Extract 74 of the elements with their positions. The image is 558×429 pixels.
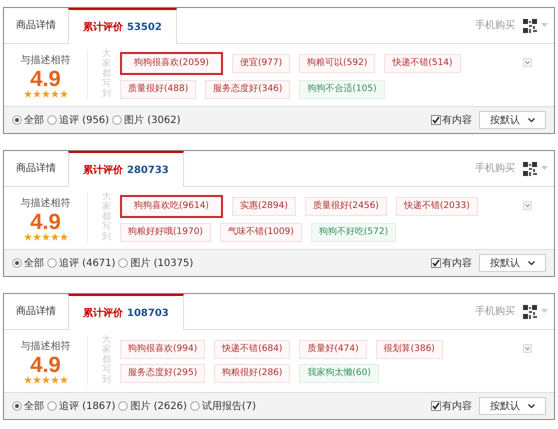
filter-radio[interactable]: 试用报告(7) bbox=[190, 398, 256, 414]
review-tag[interactable]: 狗狗不合适(105) bbox=[299, 80, 385, 98]
review-tag[interactable]: 很划算(386) bbox=[376, 340, 443, 358]
review-tag[interactable]: 狗狗喜欢吃(9614) bbox=[120, 194, 223, 218]
qr-code-icon[interactable] bbox=[523, 304, 537, 318]
rating-label: 与描述相符 bbox=[20, 196, 70, 210]
review-tag[interactable]: 狗狗很喜欢(994) bbox=[120, 340, 206, 358]
review-tag[interactable]: 狗狗很喜欢(2059) bbox=[120, 52, 223, 74]
chevron-down-icon bbox=[528, 260, 535, 266]
filter-radio[interactable]: 追评 (4671) bbox=[47, 256, 116, 270]
review-tag[interactable]: 狗粮可以(592) bbox=[299, 54, 376, 72]
review-tag[interactable]: 服务态度好(346) bbox=[205, 80, 290, 98]
tab[interactable]: 累计评价 280733 bbox=[68, 151, 184, 187]
review-tag[interactable]: 服务态度好(295) bbox=[120, 364, 206, 382]
radio-icon[interactable] bbox=[12, 401, 22, 411]
expand-icon[interactable] bbox=[522, 344, 532, 353]
rating-label: 与描述相符 bbox=[20, 54, 70, 68]
review-tag[interactable]: 狗狗不好吃(572) bbox=[310, 222, 396, 242]
review-tag[interactable]: 快递不错(2033) bbox=[396, 196, 478, 216]
checkbox-icon[interactable] bbox=[431, 115, 441, 125]
tab[interactable]: 商品详情 bbox=[4, 294, 68, 329]
has-content-checkbox[interactable]: 有内容 bbox=[431, 112, 472, 128]
caret-icon[interactable] bbox=[541, 23, 548, 28]
chevron-down-icon bbox=[528, 118, 535, 122]
qr-code-icon[interactable] bbox=[523, 18, 537, 32]
radio-icon[interactable] bbox=[47, 115, 57, 125]
expand-icon[interactable] bbox=[522, 58, 532, 67]
filter-radio[interactable]: 图片 (2626) bbox=[118, 398, 187, 414]
filter-radio[interactable]: 全部 bbox=[12, 112, 44, 128]
review-tag[interactable]: 质量好(474) bbox=[299, 340, 367, 358]
rating-score: 4.9 bbox=[30, 354, 61, 376]
radio-icon[interactable] bbox=[118, 258, 128, 268]
radio-icon[interactable] bbox=[190, 401, 200, 411]
sort-dropdown[interactable]: 按默认 bbox=[479, 397, 546, 415]
review-tag[interactable]: 实惠(2894) bbox=[232, 196, 296, 216]
review-tag[interactable]: 狗粮很好(286) bbox=[214, 364, 290, 382]
radio-icon[interactable] bbox=[47, 401, 57, 411]
chevron-down-icon bbox=[528, 404, 535, 408]
tab[interactable]: 商品详情 bbox=[4, 151, 68, 186]
filter-radio[interactable]: 图片 (3062) bbox=[112, 112, 181, 128]
review-tag[interactable]: 质量很好(488) bbox=[120, 80, 196, 98]
radio-icon[interactable] bbox=[47, 258, 57, 268]
radio-icon[interactable] bbox=[12, 258, 22, 268]
radio-icon[interactable] bbox=[12, 115, 22, 125]
has-content-checkbox[interactable]: 有内容 bbox=[431, 398, 472, 414]
radio-icon[interactable] bbox=[112, 115, 122, 125]
filter-radio[interactable]: 追评 (956) bbox=[47, 112, 110, 128]
review-tag[interactable]: 我家狗太懒(60) bbox=[299, 364, 379, 382]
rating-label: 与描述相符 bbox=[20, 340, 70, 354]
filter-radio[interactable]: 全部 bbox=[12, 256, 44, 270]
checkbox-icon[interactable] bbox=[431, 258, 441, 268]
review-tag[interactable]: 便宜(977) bbox=[232, 54, 290, 72]
tab[interactable]: 累计评价 108703 bbox=[68, 294, 184, 330]
sort-dropdown[interactable]: 按默认 bbox=[479, 111, 546, 129]
caret-icon[interactable] bbox=[541, 166, 548, 171]
checkbox-icon[interactable] bbox=[431, 401, 441, 411]
rating-score: 4.9 bbox=[30, 68, 61, 90]
has-content-checkbox[interactable]: 有内容 bbox=[431, 256, 472, 270]
review-tag[interactable]: 快递不错(684) bbox=[214, 340, 290, 358]
review-tag[interactable]: 狗粮好好哦(1970) bbox=[120, 222, 211, 242]
expand-icon[interactable] bbox=[522, 201, 532, 210]
qr-code-icon[interactable] bbox=[523, 162, 537, 176]
review-tag[interactable]: 气味不错(1009) bbox=[220, 222, 302, 242]
radio-icon[interactable] bbox=[118, 401, 128, 411]
filter-radio[interactable]: 追评 (1867) bbox=[47, 398, 116, 414]
sort-dropdown[interactable]: 按默认 bbox=[479, 254, 546, 272]
review-tag[interactable]: 质量很好(2456) bbox=[304, 196, 387, 216]
caret-icon[interactable] bbox=[541, 309, 548, 314]
tab[interactable]: 累计评价 53502 bbox=[68, 8, 177, 44]
review-tag[interactable]: 快递不错(514) bbox=[384, 54, 461, 72]
tab[interactable]: 商品详情 bbox=[4, 8, 68, 43]
filter-radio[interactable]: 图片 (10375) bbox=[118, 256, 194, 270]
filter-radio[interactable]: 全部 bbox=[12, 398, 44, 414]
rating-score: 4.9 bbox=[30, 210, 61, 232]
